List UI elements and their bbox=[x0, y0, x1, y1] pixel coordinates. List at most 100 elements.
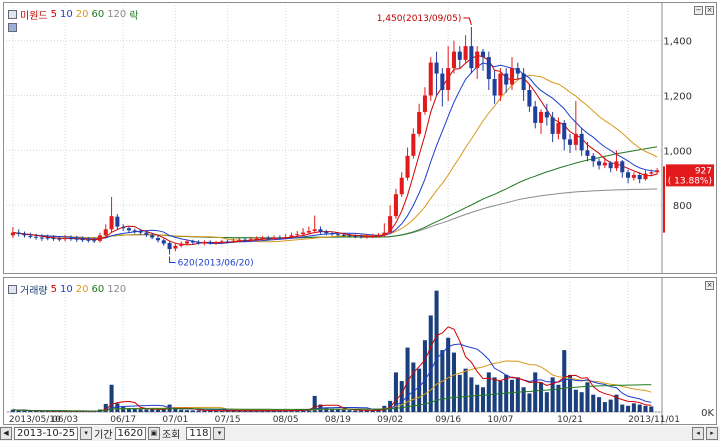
collapse-icon[interactable] bbox=[8, 10, 17, 19]
candle-body bbox=[22, 234, 27, 236]
volume-bar bbox=[115, 403, 120, 412]
scroll-left-icon[interactable]: ◂ bbox=[692, 427, 704, 440]
candle-body bbox=[597, 161, 602, 166]
panel-buttons: × bbox=[705, 281, 714, 290]
legend-suffix: 락 bbox=[129, 11, 139, 22]
volume-panel[interactable]: 8,000K4,000K0K2013/05/1006/0306/1707/010… bbox=[3, 277, 717, 425]
candle-body bbox=[97, 235, 102, 241]
candle bbox=[208, 240, 213, 245]
candle bbox=[597, 158, 602, 170]
calendar-icon[interactable]: ▾ bbox=[80, 427, 93, 440]
candle bbox=[568, 133, 573, 154]
candle bbox=[463, 35, 468, 63]
zoom-field[interactable]: 118 bbox=[186, 427, 212, 440]
price-chart[interactable]: 1,400 1,200 1,000 800 1,450(2013/09/05) 620(2… bbox=[4, 3, 716, 273]
candle-body bbox=[243, 239, 248, 241]
volume-bar bbox=[620, 404, 625, 412]
candle bbox=[399, 172, 404, 197]
candle-body bbox=[364, 236, 369, 238]
candle-body bbox=[533, 106, 538, 123]
candle bbox=[591, 153, 596, 167]
candle bbox=[28, 232, 33, 239]
date-field[interactable]: 2013-10-25 bbox=[14, 427, 79, 440]
candle bbox=[602, 157, 607, 169]
volume-chart[interactable]: 8,000K4,000K0K2013/05/1006/0306/1707/010… bbox=[4, 278, 716, 424]
candle-body bbox=[469, 46, 474, 69]
candle bbox=[393, 188, 398, 219]
price-panel[interactable]: 1,400 1,200 1,000 800 1,450(2013/09/05) 620(2… bbox=[3, 2, 717, 274]
candle-body bbox=[608, 162, 613, 169]
volume-bar bbox=[649, 406, 654, 412]
legend-ma10: 10 bbox=[59, 284, 73, 295]
candle-body bbox=[434, 62, 439, 74]
candle-body bbox=[457, 51, 462, 60]
query-icon[interactable]: ▣ bbox=[147, 427, 160, 440]
volume-bar bbox=[533, 372, 538, 412]
volume-bar bbox=[196, 410, 201, 412]
collapse-icon[interactable] bbox=[8, 285, 17, 294]
candle-body bbox=[643, 173, 648, 180]
candle bbox=[655, 168, 660, 175]
volume-bar bbox=[451, 352, 457, 412]
settings-icon[interactable] bbox=[8, 23, 17, 32]
legend-ma20: 20 bbox=[75, 9, 89, 20]
close-icon[interactable]: × bbox=[705, 6, 714, 15]
candle-body bbox=[167, 243, 172, 250]
candle bbox=[16, 229, 21, 237]
volume-bar bbox=[515, 377, 520, 412]
volume-bar bbox=[184, 410, 190, 412]
zoom-down-icon[interactable]: ▾ bbox=[213, 427, 226, 440]
x-date-label: 10/21 bbox=[557, 415, 583, 424]
candle bbox=[631, 172, 636, 181]
candle-body bbox=[208, 241, 213, 244]
candle bbox=[585, 142, 590, 162]
volume-bar bbox=[475, 384, 480, 412]
candle-body bbox=[184, 241, 190, 244]
candle-body bbox=[179, 243, 184, 246]
candle bbox=[109, 196, 114, 233]
x-date-label: 07/15 bbox=[215, 415, 241, 424]
close-icon[interactable]: × bbox=[705, 281, 714, 290]
candle-body bbox=[399, 177, 404, 195]
candle-body bbox=[335, 234, 340, 236]
query-button[interactable]: 조회 bbox=[162, 426, 180, 441]
candle bbox=[405, 147, 410, 181]
volume-bar bbox=[602, 402, 607, 412]
candle bbox=[115, 213, 120, 230]
legend-ma5: 5 bbox=[50, 284, 57, 295]
candle bbox=[440, 68, 445, 107]
candle-body bbox=[655, 170, 660, 173]
candle-body bbox=[527, 90, 532, 107]
candle bbox=[388, 205, 393, 234]
volume-bar bbox=[538, 382, 544, 412]
candle-body bbox=[440, 73, 445, 91]
count-field[interactable]: 1620 bbox=[114, 427, 146, 440]
candle-body bbox=[150, 235, 155, 238]
legend-ma120: 120 bbox=[107, 9, 127, 20]
candle-body bbox=[393, 194, 398, 217]
candle bbox=[608, 161, 613, 173]
candle bbox=[562, 120, 567, 151]
candle-body bbox=[202, 241, 207, 244]
bottom-toolbar: ◀ 2013-10-25 ▾ 기간 1620 ▣ 조회 118 ▾ ◂ ▸ bbox=[0, 426, 720, 441]
candle-body bbox=[324, 231, 329, 234]
candle bbox=[179, 241, 184, 248]
volume-bar bbox=[190, 410, 195, 412]
candle bbox=[382, 223, 387, 237]
candle bbox=[428, 57, 433, 101]
candle bbox=[417, 103, 422, 137]
minimize-icon[interactable]: − bbox=[694, 6, 703, 15]
candle-body bbox=[620, 161, 625, 173]
scroll-right-icon[interactable]: ▸ bbox=[706, 427, 718, 440]
chart-window: 1,400 1,200 1,000 800 1,450(2013/09/05) 620(2… bbox=[0, 0, 720, 441]
candle bbox=[533, 100, 538, 129]
volume-bar bbox=[457, 374, 462, 412]
volume-bar bbox=[144, 409, 149, 412]
candle-body bbox=[295, 234, 300, 236]
volume-bar bbox=[509, 379, 515, 412]
volume-bar bbox=[521, 387, 526, 412]
candle bbox=[306, 226, 311, 235]
candle-body bbox=[126, 228, 132, 231]
nav-left-icon[interactable]: ◀ bbox=[0, 427, 12, 440]
candle-body bbox=[173, 245, 178, 249]
